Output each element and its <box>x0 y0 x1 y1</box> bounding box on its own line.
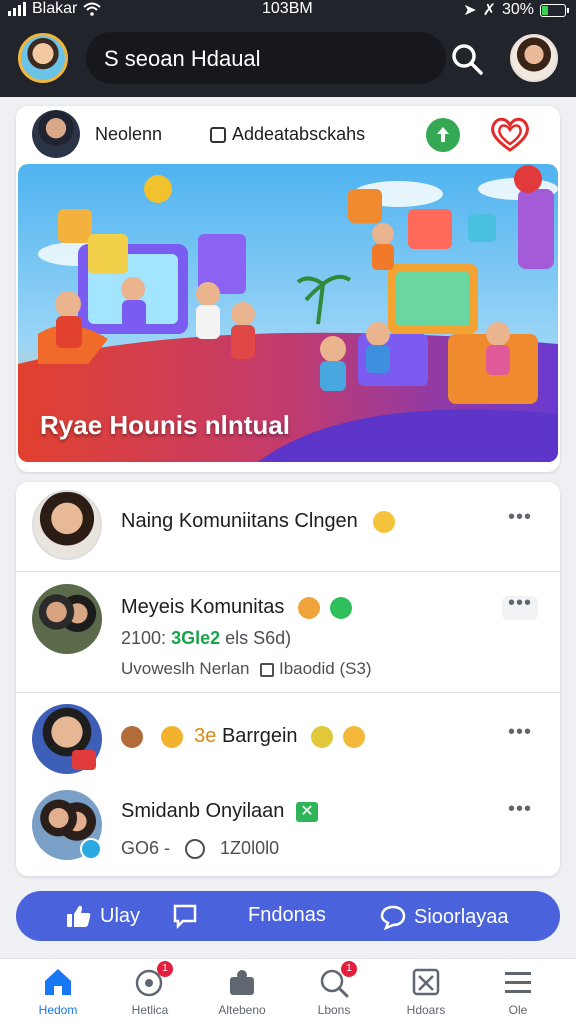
emoji-icon <box>297 596 320 619</box>
author-avatar[interactable] <box>32 110 80 158</box>
meta-highlight: 3Gle2 <box>171 628 221 648</box>
list-item-title-text: Naing Komuniitans Clngen <box>121 510 358 532</box>
location-icon: ➤ <box>463 2 477 19</box>
emoji-icon <box>311 725 334 748</box>
list-item-title: Smidanb Onyilaan ✕ <box>121 800 318 823</box>
nav-label: Altebeno <box>218 1003 266 1017</box>
nav-label: Hdoars <box>406 1003 446 1017</box>
home-icon <box>41 965 75 999</box>
like-label: Ulay <box>100 904 141 927</box>
notification-badge: 1 <box>157 961 173 977</box>
bottom-nav: Hedom 1 Hetlica Altebeno 1 Lbons Hdoars … <box>0 958 576 1024</box>
upload-icon[interactable] <box>426 118 460 152</box>
comment-icon[interactable] <box>172 903 198 929</box>
clock-icon <box>185 839 206 860</box>
nav-label: Hetlica <box>131 1003 169 1017</box>
emoji-icon <box>373 510 396 533</box>
nav-label: Ole <box>508 1003 528 1017</box>
status-bar: Blakar 103BM ➤ ✗ 30% <box>0 0 576 20</box>
add-icon <box>210 126 226 143</box>
emoji-icon <box>121 725 143 748</box>
more-options-icon[interactable]: ••• <box>502 507 538 534</box>
people-icon <box>225 965 259 999</box>
list-item-title-text: Meyeis Komunitas <box>121 596 285 618</box>
list-item-meta: 2100: 3Gle2 els S6d) <box>121 628 291 649</box>
author-name[interactable]: Neolenn <box>95 124 162 145</box>
meta-right: 1Z0l0l0 <box>220 838 280 858</box>
divider <box>16 692 560 693</box>
list-item-title-text: Smidanb Onyilaan <box>121 800 285 822</box>
search-icon: 1 <box>317 961 357 999</box>
search-input[interactable]: S seoan Hdaual <box>86 32 446 84</box>
feature-card: Neolenn Addeatabsckahs Ryae Hounis nlntu… <box>16 106 560 472</box>
list-item-title: Meyeis Komunitas <box>121 596 352 619</box>
heart-icon[interactable] <box>488 114 532 154</box>
detail-text: Uvoweslh Nerlan <box>121 659 250 678</box>
emoji-icon <box>160 725 183 748</box>
more-options-icon[interactable]: ••• <box>502 799 538 826</box>
menu-icon <box>501 965 535 999</box>
message-icon <box>380 905 406 930</box>
add-label: Addeatabsckahs <box>232 124 366 144</box>
nav-label: Lbons <box>317 1003 351 1017</box>
more-options-icon[interactable]: ••• <box>502 722 538 749</box>
comment-label: Fndonas <box>248 904 326 926</box>
check-icon: ✕ <box>296 801 318 822</box>
meta-prefix: 2100: <box>121 628 167 648</box>
nav-label: Hedom <box>38 1003 78 1017</box>
list-item-meta: GO6 - 1Z0l0l0 <box>121 838 280 860</box>
search-text: S seoan Hdaual <box>104 46 261 71</box>
app-logo-avatar[interactable] <box>18 33 68 83</box>
meta-suffix: els S6d) <box>225 628 292 648</box>
more-options-icon[interactable]: ••• <box>502 593 538 620</box>
profile-avatar[interactable] <box>510 34 558 82</box>
clock: 103BM <box>262 0 313 17</box>
action-bar: Ulay Fndonas Sioorlayaa <box>16 891 560 941</box>
avatar[interactable] <box>32 584 102 654</box>
emoji-icon <box>342 725 365 748</box>
divider <box>16 571 560 572</box>
like-button[interactable]: Ulay <box>66 904 140 928</box>
nav-marketplace[interactable]: Hdoars <box>381 965 471 1017</box>
list-item-prefix: 3e <box>194 725 217 747</box>
nav-home[interactable]: Hedom <box>13 965 103 1017</box>
share-button[interactable]: Sioorlayaa <box>380 904 509 930</box>
bluetooth-icon: ✗ <box>482 2 496 19</box>
avatar[interactable] <box>32 490 102 560</box>
nav-groups[interactable]: Altebeno <box>197 965 287 1017</box>
nav-menu[interactable]: Ole <box>473 965 563 1017</box>
tag-icon <box>260 662 275 677</box>
comment-button[interactable]: Fndonas <box>248 904 326 927</box>
video-badge-icon <box>72 750 96 770</box>
carrier-label: Blakar <box>32 0 78 17</box>
list-item-title: 3e Barrgein <box>121 725 365 748</box>
list-item-title: Naing Komuniitans Clngen <box>121 510 396 533</box>
wifi-icon <box>83 2 102 16</box>
marketplace-icon <box>409 965 443 999</box>
nav-search[interactable]: 1 Lbons <box>289 961 379 1017</box>
meta-left: GO6 - <box>121 838 171 858</box>
top-bar: Blakar 103BM ➤ ✗ 30% S seoan Hdaual <box>0 0 576 97</box>
detail-tag: Ibaodid (S3) <box>278 659 372 678</box>
badge-icon <box>329 596 352 619</box>
search-icon[interactable] <box>450 42 484 76</box>
list-item-title-text: Barrgein <box>221 725 298 747</box>
add-button[interactable]: Addeatabsckahs <box>210 124 365 145</box>
share-label: Sioorlayaa <box>414 905 509 928</box>
notification-badge: 1 <box>341 961 357 977</box>
community-list: Naing Komuniitans Clngen ••• Meyeis Komu… <box>16 482 560 876</box>
battery-icon <box>540 3 569 17</box>
banner-caption: Ryae Hounis nlntual <box>40 410 290 440</box>
battery-percent: 30% <box>501 1 534 18</box>
nav-notifications[interactable]: 1 Hetlica <box>105 961 195 1017</box>
status-badge-icon <box>80 838 102 860</box>
target-icon: 1 <box>133 961 173 999</box>
signal-icon <box>8 2 26 16</box>
banner-image[interactable]: Ryae Hounis nlntual <box>18 164 558 462</box>
list-item-detail: Uvoweslh Nerlan Ibaodid (S3) <box>121 659 372 679</box>
thumbs-up-icon <box>67 905 91 927</box>
